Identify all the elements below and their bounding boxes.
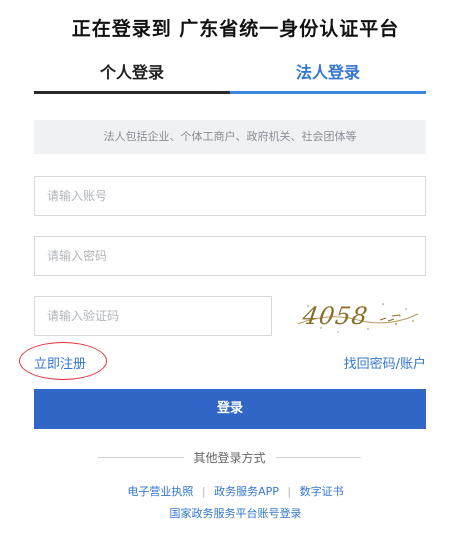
tab-legal-login[interactable]: 法人登录: [230, 58, 426, 96]
tab-personal-underline: [34, 91, 230, 94]
forgot-password-link[interactable]: 找回密码/账户: [344, 353, 426, 372]
login-tabs: 个人登录 法人登录: [34, 58, 426, 96]
captcha-text: 4058: [300, 302, 370, 330]
other-login-divider: 其他登录方式: [98, 449, 362, 466]
other-login-options: 电子营业执照 | 政务服务APP | 数字证书: [0, 483, 471, 499]
divider-line-left: [98, 457, 184, 458]
tab-legal-label: 法人登录: [295, 63, 360, 82]
business-license-login-link[interactable]: 电子营业执照: [127, 485, 193, 498]
tab-personal-login[interactable]: 个人登录: [34, 58, 230, 96]
tab-personal-label: 个人登录: [99, 63, 164, 82]
national-platform-login-link[interactable]: 国家政务服务平台账号登录: [170, 507, 302, 520]
password-input[interactable]: [34, 236, 426, 276]
login-button[interactable]: 登录: [34, 389, 426, 429]
register-link[interactable]: 立即注册: [34, 353, 86, 372]
captcha-image[interactable]: 4058: [288, 294, 425, 336]
gov-app-login-link[interactable]: 政务服务APP: [214, 485, 279, 498]
page-title: 正在登录到 广东省统一身份认证平台: [71, 18, 400, 40]
legal-entity-notice: 法人包括企业、个体工商户、政府机关、社会团体等: [34, 120, 426, 154]
other-login-title: 其他登录方式: [193, 451, 266, 465]
digital-certificate-login-link[interactable]: 数字证书: [300, 485, 344, 498]
separator: |: [287, 485, 292, 498]
tab-legal-underline: [230, 91, 426, 94]
account-input[interactable]: [34, 176, 426, 216]
other-login-options-row2: 国家政务服务平台账号登录: [0, 505, 471, 521]
captcha-input[interactable]: [34, 296, 272, 336]
separator: |: [201, 485, 206, 498]
divider-line-right: [275, 457, 362, 458]
